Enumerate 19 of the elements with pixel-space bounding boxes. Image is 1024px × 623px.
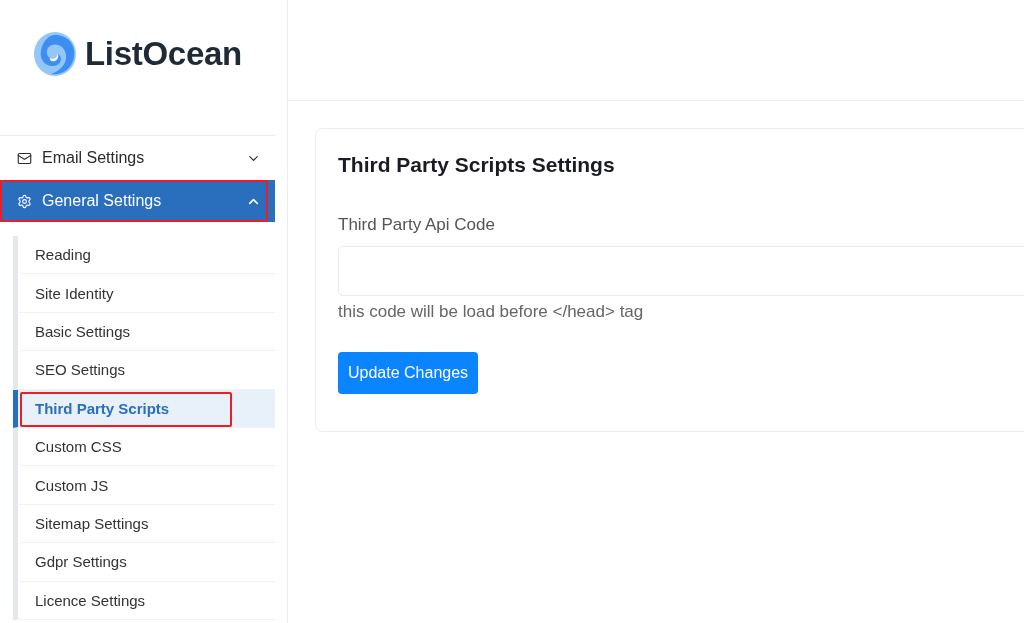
submenu-item[interactable]: Gdpr Settings	[13, 543, 275, 582]
card-title: Third Party Scripts Settings	[338, 152, 616, 178]
submenu-item[interactable]: Reading	[13, 236, 275, 275]
submenu-item[interactable]: SEO Settings	[13, 351, 275, 390]
settings-icon	[17, 193, 32, 209]
field-label: Third Party Api Code	[338, 214, 496, 236]
update-changes-button[interactable]: Update Changes	[338, 352, 479, 394]
envelope-icon	[17, 150, 32, 166]
wave-logo-icon	[33, 31, 77, 77]
submenu-item[interactable]: Third Party Scripts	[13, 389, 275, 428]
logo-text: ListOcean	[85, 34, 242, 74]
submenu-item[interactable]: Basic Settings	[13, 312, 275, 352]
submenu-item[interactable]: Custom CSS	[13, 427, 275, 467]
submenu-item[interactable]: Site Identity	[13, 274, 275, 313]
submenu-item[interactable]: Sitemap Settings	[13, 504, 275, 544]
sidebar-menu-item[interactable]: General Settings	[0, 180, 275, 222]
submenu-item[interactable]: Custom JS	[13, 466, 275, 505]
submenu-item[interactable]: Licence Settings	[13, 581, 275, 620]
field-help-text: this code will be load before </head> tag	[338, 301, 645, 323]
